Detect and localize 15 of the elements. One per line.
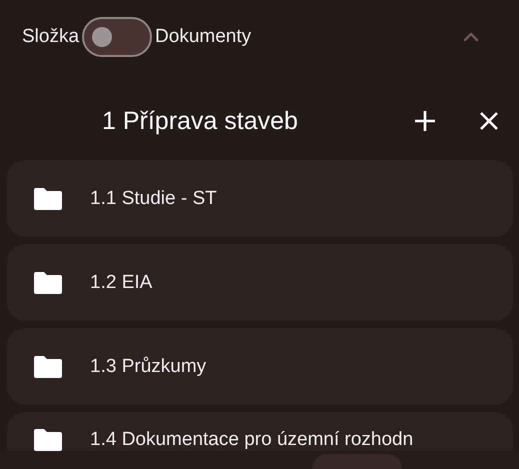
toggle-switch[interactable] <box>82 17 152 57</box>
chevron-up-icon[interactable] <box>463 32 479 42</box>
folder-icon <box>34 429 62 451</box>
close-icon[interactable] <box>479 111 499 131</box>
folder-icon <box>34 188 62 210</box>
folder-icon <box>34 356 62 378</box>
toggle-label: Dokumenty <box>155 26 252 48</box>
folder-title: 1 Příprava staveb <box>102 106 299 136</box>
add-icon[interactable] <box>414 110 436 132</box>
folder-item[interactable]: 1.3 Průzkumy <box>7 328 513 405</box>
folder-item[interactable]: 1.1 Studie - ST <box>7 160 513 237</box>
folder-item[interactable]: 1.4 Dokumentace pro územní rozhodn <box>7 412 513 451</box>
folder-item[interactable]: 1.2 EIA <box>7 244 513 321</box>
toggle-label: Složka <box>22 26 80 48</box>
folder-icon <box>34 272 62 294</box>
